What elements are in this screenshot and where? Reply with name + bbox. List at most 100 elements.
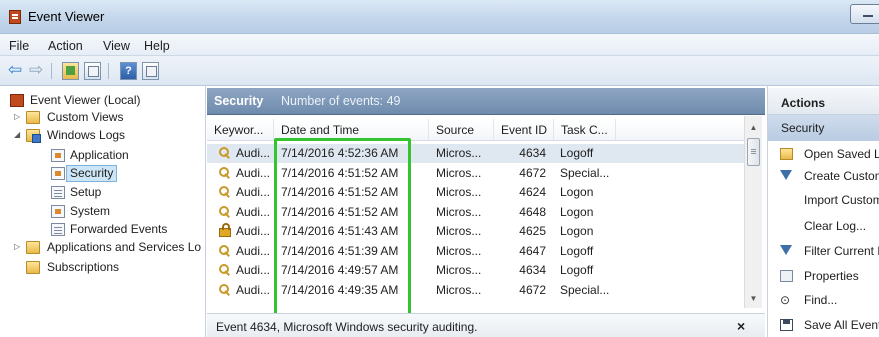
log-icon: [51, 186, 65, 199]
console-tree-icon[interactable]: [84, 62, 101, 80]
action-properties[interactable]: Properties: [768, 266, 879, 286]
scroll-thumb[interactable]: [747, 138, 760, 166]
column-header-event-id[interactable]: Event ID: [494, 119, 554, 141]
cell-keyword: Audi...: [236, 224, 271, 238]
key-icon: [219, 166, 231, 179]
find-icon: ⊙: [780, 293, 791, 307]
cell-keyword: Audi...: [236, 204, 271, 219]
close-icon[interactable]: ×: [737, 318, 745, 334]
scroll-down-icon[interactable]: ▼: [746, 291, 761, 306]
action-open-saved-log[interactable]: Open Saved Lo: [768, 144, 879, 164]
key-icon: [219, 264, 231, 276]
menu-action[interactable]: Action: [48, 39, 83, 53]
table-row[interactable]: Audi... 7/14/2016 4:49:35 AM Micros... 4672…: [207, 281, 754, 300]
cell-task: Logon: [560, 185, 594, 199]
toolbar: ⇦ ⇨ ?: [0, 56, 879, 86]
log-header: Security Number of events: 49: [207, 88, 765, 115]
table-row[interactable]: Audi... 7/14/2016 4:51:52 AM Micros... 4648…: [207, 203, 754, 222]
column-header-date-time[interactable]: Date and Time: [274, 119, 429, 141]
action-clear-log[interactable]: Clear Log...: [768, 216, 879, 236]
cell-event-id: 4648: [519, 204, 546, 219]
action-save-all-events[interactable]: Save All Events: [768, 315, 879, 335]
vertical-scrollbar[interactable]: ▲ ▼: [744, 116, 762, 308]
key-icon: [219, 147, 231, 159]
cell-date: 7/14/2016 4:51:43 AM: [281, 224, 399, 238]
column-header-task-category[interactable]: Task C...: [554, 119, 616, 141]
table-row[interactable]: Audi... 7/14/2016 4:52:36 AM Micros... 4634…: [207, 144, 754, 163]
action-pane-icon[interactable]: [142, 62, 159, 80]
event-viewer-icon: [10, 94, 24, 107]
log-icon: [51, 223, 65, 236]
event-count: Number of events: 49: [281, 94, 401, 108]
cell-date: 7/14/2016 4:51:52 AM: [281, 165, 399, 180]
help-icon[interactable]: ?: [120, 62, 137, 80]
cell-date: 7/14/2016 4:49:35 AM: [281, 282, 399, 297]
key-icon: [219, 186, 231, 198]
expand-arrow-icon[interactable]: ▷: [14, 243, 22, 251]
properties-icon: [780, 270, 793, 282]
collapse-arrow-icon[interactable]: ◢: [14, 131, 22, 139]
event-description: Event 4634, Microsoft Windows security a…: [216, 320, 478, 334]
key-icon: [219, 205, 231, 218]
cell-source: Micros...: [436, 146, 482, 160]
cell-source: Micros...: [436, 165, 482, 180]
tree-item-label: Event Viewer (Local): [30, 93, 141, 107]
back-arrow-icon[interactable]: ⇦: [8, 61, 24, 80]
tree-item-label: Windows Logs: [47, 128, 126, 142]
cell-event-id: 4672: [519, 282, 546, 297]
tree-item-label: Setup: [70, 185, 102, 199]
cell-event-id: 4634: [519, 146, 546, 160]
cell-event-id: 4672: [519, 165, 546, 180]
cell-date: 7/14/2016 4:51:39 AM: [281, 243, 399, 258]
table-row[interactable]: Audi... 7/14/2016 4:51:39 AM Micros... 4647…: [207, 242, 754, 261]
toolbar-separator: [108, 63, 109, 79]
tree-item-label: Security: [66, 165, 118, 182]
folder-icon: [26, 111, 40, 124]
actions-section-security[interactable]: Security: [768, 115, 879, 141]
action-label: Import Custom: [804, 193, 879, 207]
cell-keyword: Audi...: [236, 243, 271, 258]
cell-task: Logoff: [560, 243, 594, 258]
action-label: Open Saved Lo: [804, 147, 879, 161]
minimize-button[interactable]: [850, 4, 879, 24]
column-header-source[interactable]: Source: [429, 119, 494, 141]
log-title: Security: [214, 94, 264, 108]
log-icon: [51, 167, 65, 180]
tree-item-label: Application: [70, 148, 129, 162]
action-filter-current-log[interactable]: Filter Current L: [768, 241, 879, 261]
table-row[interactable]: Audi... 7/14/2016 4:51:52 AM Micros... 4624…: [207, 183, 754, 202]
event-detail-bar: Event 4634, Microsoft Windows security a…: [207, 313, 765, 337]
folder-open-icon: [780, 148, 793, 160]
expand-arrow-icon[interactable]: ▷: [14, 113, 22, 121]
tree-item-applications-and-services[interactable]: ▷ Applications and Services Lo: [0, 239, 206, 256]
action-import-custom-view[interactable]: Import Custom: [768, 190, 879, 210]
event-viewer-icon: [9, 10, 21, 24]
table-row[interactable]: Audi... 7/14/2016 4:51:43 AM Micros... 4625…: [207, 222, 754, 241]
forward-arrow-icon[interactable]: ⇨: [29, 61, 45, 80]
table-row[interactable]: Audi... 7/14/2016 4:51:52 AM Micros... 4672…: [207, 164, 754, 183]
save-icon: [780, 319, 793, 331]
cell-event-id: 4625: [519, 224, 546, 238]
up-folder-icon[interactable]: [62, 62, 79, 80]
cell-task: Special...: [560, 282, 610, 297]
scroll-up-icon[interactable]: ▲: [746, 120, 761, 135]
cell-task: Logoff: [560, 263, 594, 277]
column-header-keywords[interactable]: Keywor...: [207, 119, 274, 141]
cell-keyword: Audi...: [236, 146, 271, 160]
tree-item-label: Forwarded Events: [70, 222, 168, 236]
tree-item-label: System: [70, 204, 111, 218]
window-title: Event Viewer: [28, 9, 105, 24]
action-create-custom-view[interactable]: Create Custom: [768, 166, 879, 186]
cell-task: Special...: [560, 165, 610, 180]
cell-source: Micros...: [436, 185, 482, 199]
action-find[interactable]: ⊙ Find...: [768, 290, 879, 310]
menu-help[interactable]: Help: [144, 39, 170, 53]
cell-source: Micros...: [436, 282, 482, 297]
actions-section-label: Security: [781, 121, 825, 135]
title-bar: Event Viewer: [0, 0, 879, 34]
action-label: Find...: [804, 293, 838, 307]
table-row[interactable]: Audi... 7/14/2016 4:49:57 AM Micros... 4634…: [207, 261, 754, 280]
cell-event-id: 4624: [519, 185, 546, 199]
menu-file[interactable]: File: [9, 39, 29, 53]
menu-view[interactable]: View: [103, 39, 130, 53]
